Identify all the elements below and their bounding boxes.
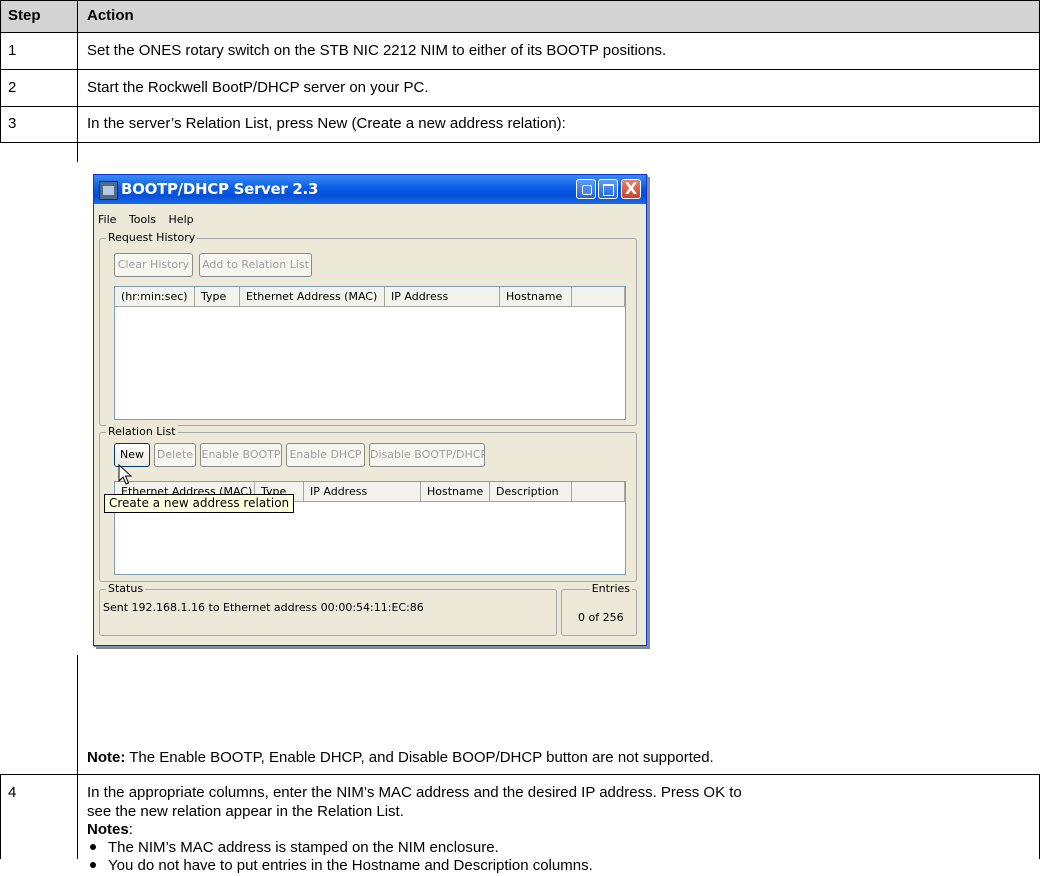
column-header[interactable]: Hostname [500,287,572,307]
delete-button[interactable]: Delete [154,443,196,467]
table-border [0,106,1040,107]
minimize-icon[interactable] [576,179,596,199]
maximize-icon[interactable] [598,179,618,199]
column-header[interactable]: IP Address [304,482,421,502]
table-border [0,32,1040,33]
column-header[interactable]: Hostname [421,482,490,502]
bullet-icon [90,844,96,851]
mouse-cursor-icon [118,464,132,485]
row-2-action: Start the Rockwell BootP/DHCP server on … [87,79,429,96]
clear-history-button[interactable]: Clear History [114,253,193,277]
header-step: Step [8,7,41,24]
table-border [0,774,1040,775]
close-glyph: X [624,179,638,198]
column-divider [77,0,78,162]
relation-list-label: Relation List [106,425,178,438]
status-group: Status Sent 192.168.1.16 to Ethernet add… [99,582,557,636]
column-header-blank[interactable] [572,482,625,502]
row-4-line-2: see the new relation appear in the Relat… [87,803,404,820]
row-4-line-1: In the appropriate columns, enter the NI… [87,784,742,801]
new-button-tooltip: Create a new address relation [104,494,295,513]
request-history-list[interactable]: (hr:min:sec) Type Ethernet Address (MAC)… [114,286,626,420]
column-header[interactable]: Description [490,482,572,502]
enable-bootp-button[interactable]: Enable BOOTP [200,443,282,467]
notes-label: Notes [87,821,129,838]
entries-count: 0 of 256 [578,611,624,624]
row-3-action: In the server’s Relation List, press New… [87,115,566,132]
menu-file[interactable]: File [98,213,116,226]
procedure-page: Step Action 1 Set the ONES rotary switch… [0,0,1040,874]
row-3-step: 3 [8,115,17,132]
table-border-left [0,774,1,859]
header-action: Action [87,7,134,24]
bootp-server-window: BOOTP/DHCP Server 2.3 X File Tools Help … [93,174,647,646]
row-1-action: Set the ONES rotary switch on the STB NI… [87,42,667,59]
status-message: Sent 192.168.1.16 to Ethernet address 00… [103,601,424,614]
add-to-relation-list-button[interactable]: Add to Relation List [199,253,312,277]
request-history-label: Request History [106,231,198,244]
menu-help[interactable]: Help [169,213,194,226]
bullet-icon [90,862,96,869]
list-item: You do not have to put entries in the Ho… [87,856,593,876]
row-4-step: 4 [8,784,17,801]
close-icon[interactable]: X [621,179,641,199]
column-header[interactable]: Type [195,287,240,307]
request-history-group: Request History Clear History Add to Rel… [99,231,637,426]
notes-colon: : [128,821,133,838]
column-header-blank[interactable] [572,287,625,307]
row-1-step: 1 [8,42,17,59]
status-label: Status [106,582,146,595]
app-icon [99,181,118,200]
table-border-left [0,0,1,142]
table-header-row [0,0,1040,32]
column-divider [77,655,78,859]
row-3-note: Note: The Enable BOOTP, Enable DHCP, and… [87,749,714,766]
list-item-text: The NIM’s MAC address is stamped on the … [108,839,499,856]
table-border [0,142,1040,143]
menu-tools[interactable]: Tools [129,213,156,226]
menu-bar: File Tools Help [98,213,203,226]
row-4-notes-heading: Notes: [87,821,133,838]
note-label: Note: [87,749,126,766]
entries-group: Entries 0 of 256 [561,582,637,636]
table-border-top [0,0,1040,1]
entries-label: Entries [589,582,632,595]
column-header[interactable]: IP Address [385,287,500,307]
row-2-step: 2 [8,79,17,96]
table-border [0,69,1040,70]
notes-list: The NIM’s MAC address is stamped on the … [87,838,593,876]
note-text: The Enable BOOTP, Enable DHCP, and Disab… [125,749,714,766]
column-header[interactable]: Ethernet Address (MAC) [240,287,385,307]
window-title: BOOTP/DHCP Server 2.3 [121,180,319,198]
window-titlebar[interactable]: BOOTP/DHCP Server 2.3 X [94,175,646,204]
disable-bootp-dhcp-button[interactable]: Disable BOOTP/DHCP [369,443,485,467]
list-item: The NIM’s MAC address is stamped on the … [87,838,593,858]
list-item-text: You do not have to put entries in the Ho… [108,857,593,874]
enable-dhcp-button[interactable]: Enable DHCP [286,443,365,467]
column-header[interactable]: (hr:min:sec) [115,287,195,307]
